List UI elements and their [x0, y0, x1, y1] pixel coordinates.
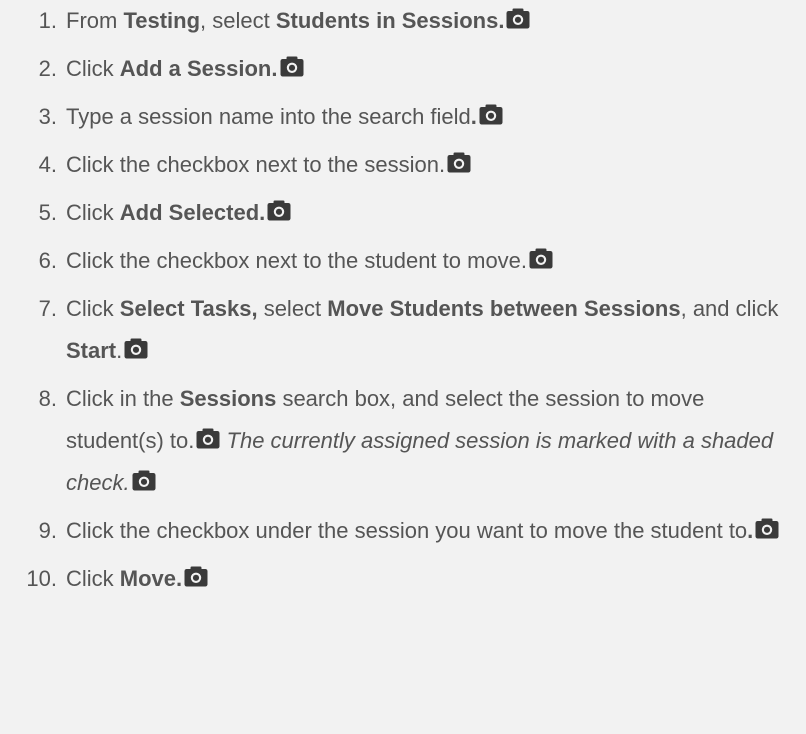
step-item: 3. Type a session name into the search fi…: [0, 96, 806, 138]
bold-ui-term: Testing: [123, 8, 201, 33]
bold-ui-term: .: [470, 104, 477, 129]
bold-ui-term: Start: [66, 338, 117, 363]
step-number: 9.: [38, 518, 57, 543]
camera-icon[interactable]: [506, 8, 530, 29]
step-number: 6.: [38, 248, 57, 273]
bold-ui-term: Move Students between Sessions: [327, 296, 681, 321]
step-text-segment: , and click: [680, 296, 779, 321]
step-number: 4.: [38, 152, 57, 177]
step-item: 2. Click Add a Session.: [0, 48, 806, 90]
camera-icon[interactable]: [529, 248, 553, 269]
step-text: Click the checkbox next to the session.: [66, 152, 471, 177]
camera-icon[interactable]: [755, 518, 779, 539]
step-text-segment: Click the checkbox next to the student t…: [66, 248, 528, 273]
step-text: Type a session name into the search fiel…: [66, 104, 503, 129]
step-number: 2.: [38, 56, 57, 81]
bold-ui-term: Add Selected.: [119, 200, 266, 225]
step-text-segment: , select: [200, 8, 276, 33]
bold-ui-term: Select Tasks,: [119, 296, 258, 321]
step-item: 4. Click the checkbox next to the session…: [0, 144, 806, 186]
step-text-segment: Click the checkbox next to the session.: [66, 152, 446, 177]
bold-ui-term: Add a Session.: [119, 56, 278, 81]
step-text-segment: Click: [66, 56, 120, 81]
step-item: 9. Click the checkbox under the session y…: [0, 510, 806, 552]
step-text-segment: .: [116, 338, 123, 363]
step-item: 10. Click Move.: [0, 558, 806, 600]
step-number: 8.: [38, 386, 57, 411]
bold-ui-term: Move.: [119, 566, 183, 591]
step-text: Click the checkbox next to the student t…: [66, 248, 553, 273]
step-text-segment: Click the checkbox under the session you…: [66, 518, 748, 543]
step-number: 7.: [38, 296, 57, 321]
camera-icon[interactable]: [184, 566, 208, 587]
step-text: Click Add a Session.: [66, 56, 304, 81]
camera-icon[interactable]: [124, 338, 148, 359]
step-text: Click Add Selected.: [66, 200, 291, 225]
step-item: 6. Click the checkbox next to the student…: [0, 240, 806, 282]
step-item: 1. From Testing, select Students in Sessi…: [0, 0, 806, 42]
step-text-segment: Click in the: [66, 386, 180, 411]
instruction-steps: 1. From Testing, select Students in Sessi…: [0, 0, 806, 606]
camera-icon[interactable]: [447, 152, 471, 173]
step-text: Click in the Sessions search box, and se…: [66, 386, 773, 495]
step-text-segment: Type a session name into the search fiel…: [66, 104, 471, 129]
step-text: From Testing, select Students in Session…: [66, 8, 530, 33]
step-text-segment: Click: [66, 566, 120, 591]
camera-icon[interactable]: [132, 470, 156, 491]
step-text-segment: select: [257, 296, 328, 321]
camera-icon[interactable]: [280, 56, 304, 77]
step-text: Click Move.: [66, 566, 208, 591]
step-text-segment: From: [66, 8, 124, 33]
step-item: 7. Click Select Tasks, select Move Studen…: [0, 288, 806, 372]
step-item: 8. Click in the Sessions search box, and …: [0, 378, 806, 504]
step-text-segment: Click: [66, 200, 120, 225]
step-text: Click the checkbox under the session you…: [66, 518, 779, 543]
bold-ui-term: Students in Sessions.: [275, 8, 505, 33]
step-number: 10.: [26, 566, 57, 591]
step-number: 3.: [38, 104, 57, 129]
camera-icon[interactable]: [267, 200, 291, 221]
step-text: Click Select Tasks, select Move Students…: [66, 296, 778, 363]
step-number: 5.: [38, 200, 57, 225]
bold-ui-term: .: [747, 518, 754, 543]
step-item: 5. Click Add Selected.: [0, 192, 806, 234]
camera-icon[interactable]: [479, 104, 503, 125]
step-text-segment: Click: [66, 296, 120, 321]
bold-ui-term: Sessions: [179, 386, 277, 411]
camera-icon[interactable]: [196, 428, 220, 449]
step-number: 1.: [38, 8, 57, 33]
